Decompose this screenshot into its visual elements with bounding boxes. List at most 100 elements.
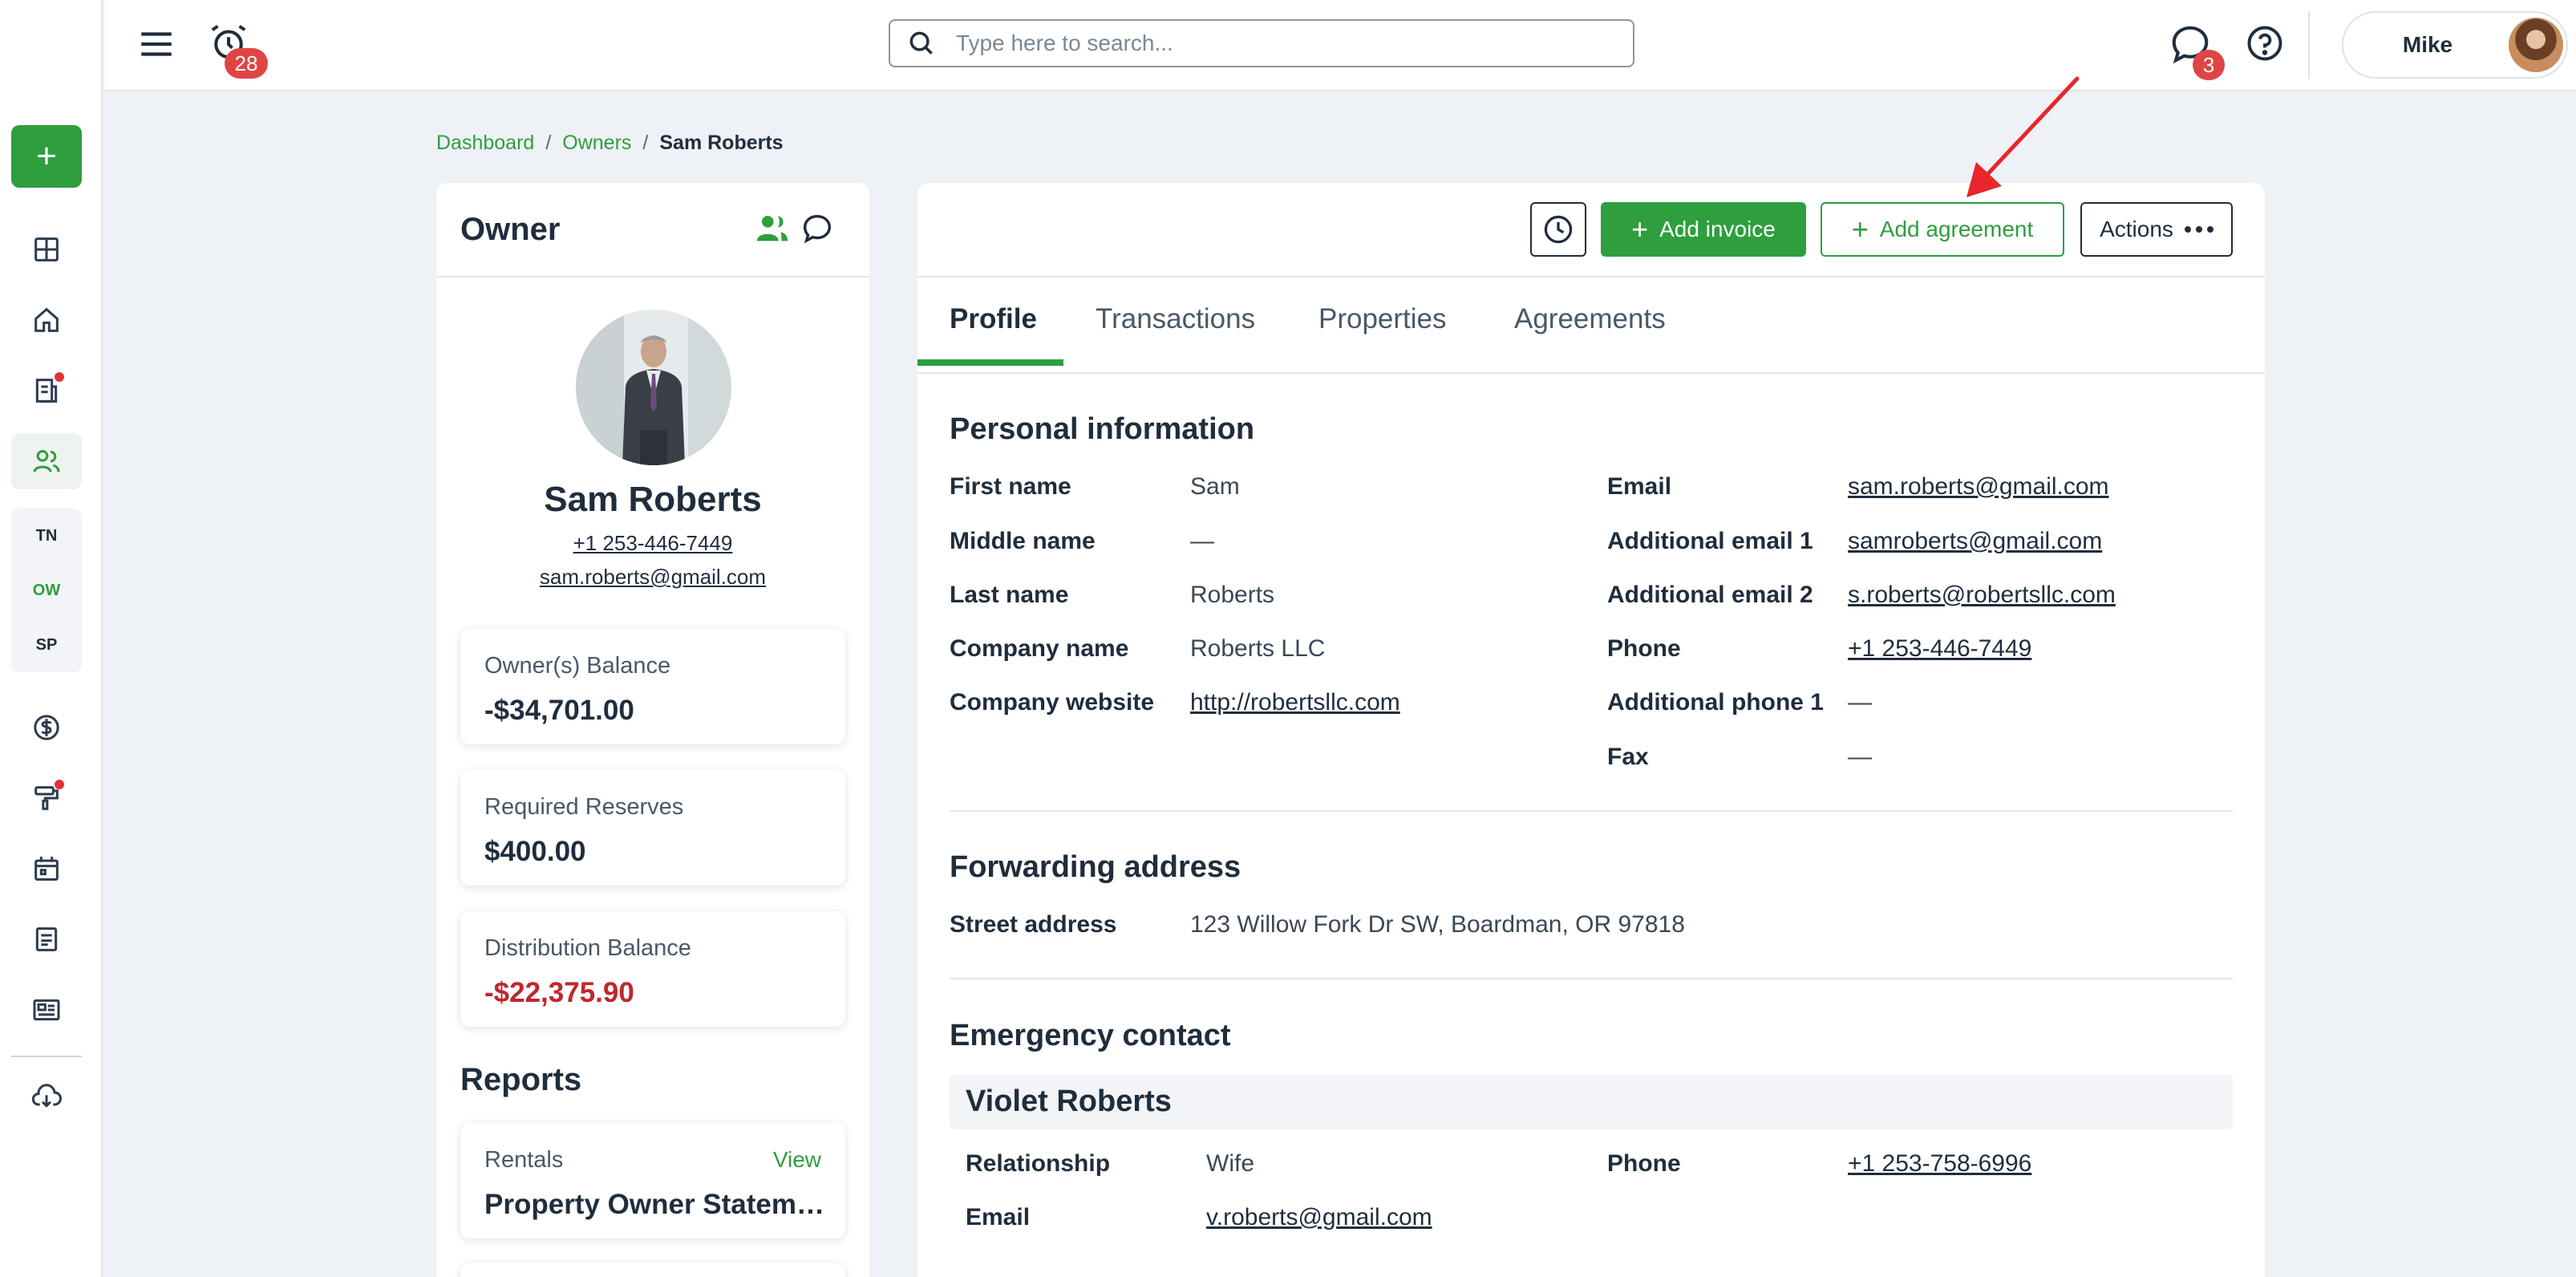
owner-photo	[576, 310, 731, 465]
breadcrumb-current: Sam Roberts	[659, 132, 784, 154]
owner-phone-link[interactable]: +1 253-446-7449	[436, 531, 869, 556]
dashboard-icon[interactable]	[11, 221, 82, 278]
people-submenu: TN OW SP	[11, 509, 82, 672]
middle-name-value: —	[1190, 528, 1214, 554]
balance-value: -$22,375.90	[484, 977, 634, 1008]
user-name: Mike	[2402, 32, 2453, 57]
notification-dot	[55, 372, 64, 382]
tab-properties[interactable]: Properties	[1318, 303, 1447, 374]
cloud-download-icon[interactable]	[11, 1068, 82, 1125]
dollar-icon[interactable]	[11, 699, 82, 756]
person-icon[interactable]	[754, 210, 791, 247]
breadcrumb-separator: /	[642, 132, 649, 154]
emergency-phone-link[interactable]: +1 253-758-6996	[1848, 1150, 2031, 1178]
add-agreement-button[interactable]: + Add agreement	[1821, 202, 2064, 257]
emergency-contact-heading: Emergency contact	[950, 1019, 1231, 1052]
search-icon	[909, 31, 933, 55]
action-toolbar: + Add invoice + Add agreement Actions	[917, 183, 2265, 278]
owner-email-link[interactable]: sam.roberts@gmail.com	[436, 565, 869, 590]
owners-balance-card: Owner(s) Balance -$34,701.00	[460, 629, 845, 744]
clock-icon	[1544, 215, 1573, 244]
report-category: Rentals	[484, 1147, 564, 1173]
section-divider	[950, 810, 2233, 812]
search-bar[interactable]	[889, 19, 1634, 67]
hamburger-menu-icon[interactable]	[136, 24, 176, 64]
personal-info-heading: Personal information	[950, 412, 1255, 446]
submenu-service-providers[interactable]: SP	[11, 618, 82, 672]
report-icon[interactable]	[11, 911, 82, 967]
reports-heading: Reports	[460, 1062, 582, 1097]
company-website-link[interactable]: http://robertsllc.com	[1190, 689, 1400, 716]
emergency-contact-name: Violet Roberts	[966, 1084, 1172, 1118]
help-icon[interactable]	[2244, 22, 2286, 64]
alarm-count-badge: 28	[225, 48, 268, 79]
tab-agreements[interactable]: Agreements	[1514, 303, 1666, 374]
phone-link[interactable]: +1 253-446-7449	[1848, 635, 2031, 663]
top-bar: 28 3 Mike	[104, 0, 2576, 91]
last-name-value: Roberts	[1190, 582, 1275, 608]
balance-label: Distribution Balance	[484, 935, 691, 961]
plus-icon: +	[1631, 213, 1649, 245]
breadcrumb-dashboard[interactable]: Dashboard	[436, 132, 534, 155]
phone-label: Phone	[1607, 635, 1681, 662]
emergency-email-label: Email	[966, 1204, 1031, 1230]
calendar-icon[interactable]	[11, 841, 82, 897]
additional-email-1-label: Additional email 1	[1607, 528, 1813, 554]
listing-icon[interactable]	[11, 982, 82, 1038]
search-input[interactable]	[956, 30, 1614, 56]
chat-icon[interactable]	[799, 210, 836, 247]
report-view-link[interactable]: View	[773, 1147, 821, 1173]
email-link[interactable]: sam.roberts@gmail.com	[1848, 473, 2109, 501]
owner-panel: Owner Sam Roberts +1 253-446-7449 sam.ro…	[436, 183, 869, 1277]
add-invoice-label: Add invoice	[1659, 217, 1776, 241]
first-name-value: Sam	[1190, 473, 1240, 500]
actions-label: Actions	[2100, 217, 2173, 241]
additional-email-1-link[interactable]: samroberts@gmail.com	[1848, 528, 2102, 555]
home-icon[interactable]	[11, 292, 82, 348]
tab-transactions[interactable]: Transactions	[1096, 303, 1255, 374]
user-menu[interactable]: Mike	[2342, 11, 2568, 79]
balance-value: -$34,701.00	[484, 695, 634, 726]
middle-name-label: Middle name	[950, 528, 1096, 554]
report-name: Property Owner Statement	[484, 1189, 829, 1220]
emergency-phone-label: Phone	[1607, 1150, 1681, 1177]
balance-label: Owner(s) Balance	[484, 653, 671, 679]
paint-roller-icon[interactable]	[11, 770, 82, 826]
last-name-label: Last name	[950, 582, 1069, 608]
additional-email-2-label: Additional email 2	[1607, 582, 1813, 608]
forwarding-address-heading: Forwarding address	[950, 850, 1241, 884]
emergency-email-link[interactable]: v.roberts@gmail.com	[1206, 1204, 1432, 1231]
submenu-tenants[interactable]: TN	[11, 509, 82, 563]
additional-email-2-link[interactable]: s.roberts@robertsllc.com	[1848, 582, 2116, 609]
breadcrumb-owners[interactable]: Owners	[562, 132, 631, 155]
tab-bar: Profile Transactions Properties Agreemen…	[917, 278, 2265, 374]
people-icon[interactable]	[11, 433, 82, 489]
breadcrumb: Dashboard / Owners / Sam Roberts	[436, 132, 784, 155]
relationship-value: Wife	[1206, 1150, 1254, 1177]
owner-name: Sam Roberts	[544, 480, 762, 519]
relationship-label: Relationship	[966, 1150, 1111, 1177]
report-card[interactable]	[460, 1263, 845, 1277]
left-rail: + TN OW SP	[0, 0, 103, 1277]
documents-icon[interactable]	[11, 363, 82, 419]
quick-add-button[interactable]: +	[11, 125, 82, 188]
report-card[interactable]: Rentals View Property Owner Statement	[460, 1123, 845, 1238]
email-label: Email	[1607, 473, 1672, 500]
section-divider	[950, 978, 2233, 979]
additional-phone-1-label: Additional phone 1	[1607, 689, 1824, 716]
history-button[interactable]	[1530, 202, 1586, 257]
additional-phone-1-value: —	[1848, 689, 1872, 716]
company-website-label: Company website	[950, 689, 1155, 716]
street-address-label: Street address	[950, 911, 1117, 938]
topbar-divider	[2308, 11, 2310, 79]
plus-icon: +	[1851, 213, 1869, 245]
fax-label: Fax	[1607, 744, 1649, 770]
balance-label: Required Reserves	[484, 794, 684, 820]
company-name-value: Roberts LLC	[1190, 635, 1326, 662]
actions-button[interactable]: Actions	[2080, 202, 2233, 257]
owner-details-panel: + Add invoice + Add agreement Actions Pr…	[917, 183, 2265, 1277]
add-agreement-label: Add agreement	[1879, 217, 2034, 241]
add-invoice-button[interactable]: + Add invoice	[1601, 202, 1806, 257]
submenu-owners[interactable]: OW	[11, 563, 82, 618]
avatar	[2509, 18, 2563, 72]
